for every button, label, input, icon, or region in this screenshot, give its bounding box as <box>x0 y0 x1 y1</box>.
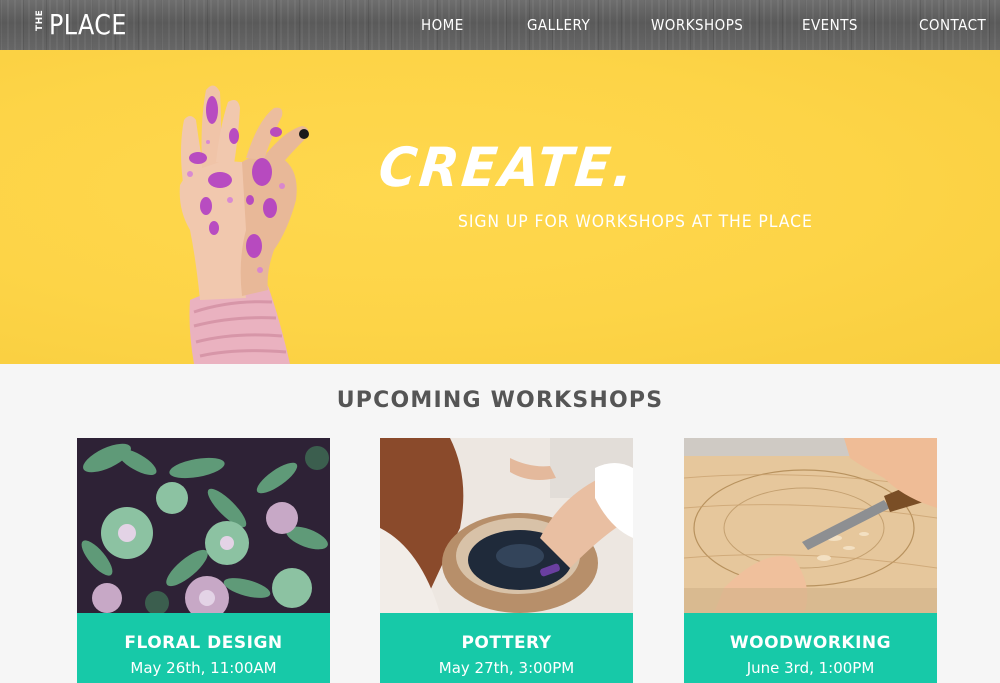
workshop-name: WOODWORKING <box>729 633 892 653</box>
card-info-panel: FLORAL DESIGN May 26th, 11:00AM <box>77 613 330 683</box>
logo-the-text: THE <box>35 9 45 31</box>
workshop-card-woodworking[interactable]: WOODWORKING June 3rd, 1:00PM <box>684 438 937 683</box>
nav-link-contact[interactable]: CONTACT <box>919 16 986 34</box>
logo-place-text: PLACE <box>49 8 127 41</box>
workshop-name: FLORAL DESIGN <box>124 633 283 653</box>
upcoming-workshops-heading: UPCOMING WORKSHOPS <box>336 388 664 413</box>
nav-link-workshops[interactable]: WORKSHOPS <box>651 16 743 34</box>
hero-banner: CREATE. SIGN UP FOR WORKSHOPS AT THE PLA… <box>0 50 1000 364</box>
card-info-panel: POTTERY May 27th, 3:00PM <box>380 613 633 683</box>
card-info-panel: WOODWORKING June 3rd, 1:00PM <box>684 613 937 683</box>
workshop-date: May 27th, 3:00PM <box>438 659 575 677</box>
nav-link-events[interactable]: EVENTS <box>802 16 858 34</box>
workshop-name: POTTERY <box>461 633 552 653</box>
hero-title: CREATE. <box>375 136 639 199</box>
nav-link-gallery[interactable]: GALLERY <box>527 16 590 34</box>
nav-link-home[interactable]: HOME <box>421 16 464 34</box>
hero-subtitle: SIGN UP FOR WORKSHOPS AT THE PLACE <box>458 212 813 232</box>
workshop-date: June 3rd, 1:00PM <box>746 659 875 677</box>
workshop-card-floral-design[interactable]: FLORAL DESIGN May 26th, 11:00AM <box>77 438 330 683</box>
top-navigation-bar: THE PLACE HOME GALLERY WORKSHOPS EVENTS … <box>0 0 1000 50</box>
workshop-card-pottery[interactable]: POTTERY May 27th, 3:00PM <box>380 438 633 683</box>
hero-painted-hands-image <box>179 85 309 364</box>
site-logo[interactable]: THE PLACE <box>34 10 141 40</box>
workshop-date: May 26th, 11:00AM <box>130 659 277 677</box>
wood-carving-image <box>684 438 937 613</box>
succulents-image <box>77 438 330 613</box>
pottery-wheel-image <box>380 438 633 613</box>
